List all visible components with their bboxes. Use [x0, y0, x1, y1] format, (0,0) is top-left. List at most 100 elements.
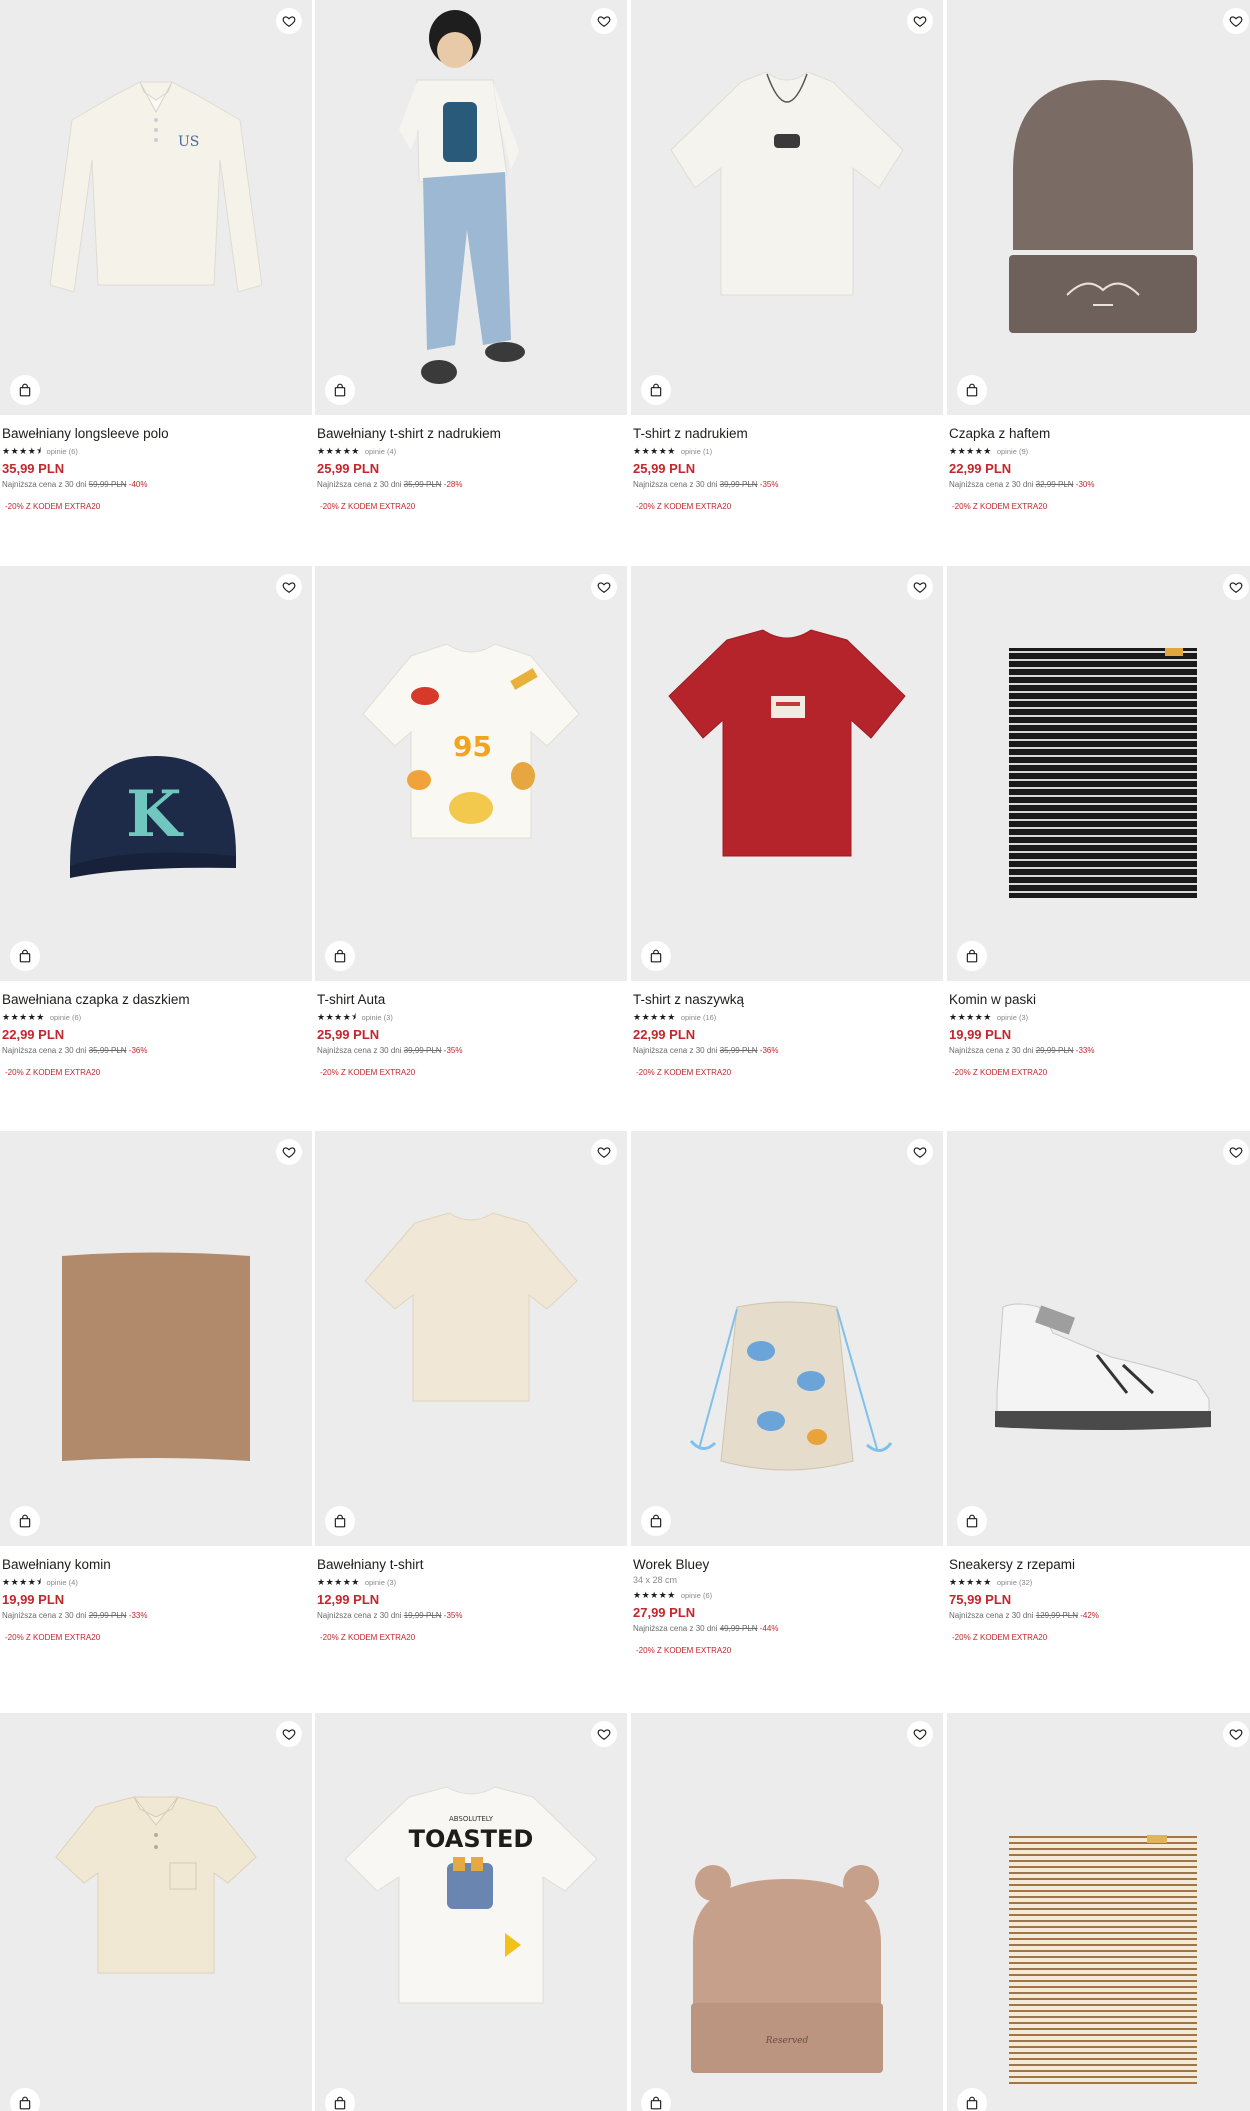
product-name[interactable]: Bawełniany t-shirt z nadrukiem — [317, 425, 623, 442]
product-image[interactable] — [947, 1131, 1250, 1546]
add-to-cart-bag-icon[interactable] — [10, 1506, 40, 1536]
product-name[interactable]: Sneakersy z rzepami — [949, 1556, 1250, 1573]
lowest-price-info: Najniższa cena z 30 dni 29,99 PLN -33% — [2, 1611, 148, 1620]
star-rating-icon: ★★★★★ — [2, 1012, 45, 1022]
polo-shirt-icon — [55, 1796, 257, 1974]
product-rating: ★★★★★ opinie (32) — [949, 1576, 1250, 1589]
product-name[interactable]: Bawełniana czapka z daszkiem — [2, 991, 308, 1008]
product-price: 75,99 PLN — [949, 1592, 1012, 1607]
lowest-price-info: Najniższa cena z 30 dni 29,99 PLN -33% — [949, 1046, 1095, 1055]
product-image[interactable]: US — [0, 0, 312, 415]
review-count[interactable]: opinie (9) — [997, 447, 1028, 456]
add-to-cart-bag-icon[interactable] — [957, 941, 987, 971]
drawstring-bag-icon — [689, 1301, 893, 1471]
wishlist-heart-icon[interactable] — [907, 574, 933, 600]
product-name[interactable]: T-shirt Auta — [317, 991, 623, 1008]
add-to-cart-bag-icon[interactable] — [325, 375, 355, 405]
product-image[interactable] — [0, 1713, 312, 2111]
lowest-price-info: Najniższa cena z 30 dni 59,99 PLN -40% — [2, 480, 148, 489]
product-image[interactable] — [947, 566, 1250, 981]
wishlist-heart-icon[interactable] — [1223, 574, 1249, 600]
promo-code-text: -20% Z KODEM EXTRA20 — [5, 1633, 101, 1642]
label-text: Reserved — [765, 2036, 809, 2046]
review-count[interactable]: opinie (1) — [681, 447, 712, 456]
product-name[interactable]: Bawełniany longsleeve polo — [2, 425, 308, 442]
product-name[interactable]: Worek Bluey — [633, 1556, 939, 1573]
lowest-price-info: Najniższa cena z 30 dni 19,99 PLN -35% — [317, 1611, 463, 1620]
review-count[interactable]: opinie (3) — [997, 1013, 1028, 1022]
add-to-cart-bag-icon[interactable] — [641, 2088, 671, 2111]
review-count[interactable]: opinie (16) — [681, 1013, 716, 1022]
tshirt-cars-icon: 95 — [362, 643, 580, 839]
wishlist-heart-icon[interactable] — [907, 8, 933, 34]
product-image[interactable]: Reserved — [631, 1713, 943, 2111]
sneaker-icon — [995, 1303, 1211, 1430]
wishlist-heart-icon[interactable] — [591, 1721, 617, 1747]
add-to-cart-bag-icon[interactable] — [957, 375, 987, 405]
product-name[interactable]: T-shirt z naszywką — [633, 991, 939, 1008]
add-to-cart-bag-icon[interactable] — [325, 941, 355, 971]
add-to-cart-bag-icon[interactable] — [957, 1506, 987, 1536]
product-rating: ★★★★⯨ opinie (6) — [2, 445, 308, 458]
add-to-cart-bag-icon[interactable] — [641, 1506, 671, 1536]
add-to-cart-bag-icon[interactable] — [641, 375, 671, 405]
wishlist-heart-icon[interactable] — [907, 1721, 933, 1747]
product-image[interactable] — [947, 1713, 1250, 2111]
product-price: 27,99 PLN — [633, 1605, 696, 1620]
wishlist-heart-icon[interactable] — [591, 574, 617, 600]
product-name[interactable]: Komin w paski — [949, 991, 1250, 1008]
review-count[interactable]: opinie (6) — [681, 1591, 712, 1600]
product-name[interactable]: Czapka z haftem — [949, 425, 1250, 442]
add-to-cart-bag-icon[interactable] — [325, 1506, 355, 1536]
wishlist-heart-icon[interactable] — [1223, 1139, 1249, 1165]
star-rating-icon: ★★★★⯨ — [2, 1577, 42, 1587]
wishlist-heart-icon[interactable] — [1223, 8, 1249, 34]
product-image[interactable] — [631, 1131, 943, 1546]
product-image[interactable] — [0, 1131, 312, 1546]
product-image[interactable] — [631, 566, 943, 981]
product-image[interactable] — [315, 0, 627, 415]
review-count[interactable]: opinie (3) — [362, 1013, 393, 1022]
baseball-cap-icon: K — [70, 756, 236, 878]
add-to-cart-bag-icon[interactable] — [641, 941, 671, 971]
add-to-cart-bag-icon[interactable] — [10, 375, 40, 405]
product-image[interactable]: K — [0, 566, 312, 981]
product-rating: ★★★★⯨ opinie (4) — [2, 1576, 308, 1589]
wishlist-heart-icon[interactable] — [1223, 1721, 1249, 1747]
lowest-price-info: Najniższa cena z 30 dni 35,99 PLN -36% — [2, 1046, 148, 1055]
wishlist-heart-icon[interactable] — [591, 1139, 617, 1165]
product-price: 35,99 PLN — [2, 461, 65, 476]
add-to-cart-bag-icon[interactable] — [10, 941, 40, 971]
product-image[interactable]: ABSOLUTELY TOASTED — [315, 1713, 627, 2111]
review-count[interactable]: opinie (4) — [47, 1578, 78, 1587]
wishlist-heart-icon[interactable] — [591, 8, 617, 34]
add-to-cart-bag-icon[interactable] — [957, 2088, 987, 2111]
review-count[interactable]: opinie (3) — [365, 1578, 396, 1587]
product-rating: ★★★★★ opinie (1) — [633, 445, 939, 458]
review-count[interactable]: opinie (4) — [365, 447, 396, 456]
product-rating: ★★★★★ opinie (16) — [633, 1011, 939, 1024]
print-big-text: TOASTED — [409, 1825, 534, 1853]
product-image[interactable]: 95 — [315, 566, 627, 981]
product-image[interactable] — [947, 0, 1250, 415]
product-image[interactable] — [315, 1131, 627, 1546]
tshirt-toasted-icon: ABSOLUTELY TOASTED — [344, 1786, 598, 2004]
promo-code-text: -20% Z KODEM EXTRA20 — [952, 1068, 1048, 1077]
product-image[interactable] — [631, 0, 943, 415]
review-count[interactable]: opinie (6) — [47, 447, 78, 456]
product-name[interactable]: T-shirt z nadrukiem — [633, 425, 939, 442]
promo-code-text: -20% Z KODEM EXTRA20 — [320, 502, 416, 511]
product-name[interactable]: Bawełniany komin — [2, 1556, 308, 1573]
wishlist-heart-icon[interactable] — [276, 1721, 302, 1747]
add-to-cart-bag-icon[interactable] — [325, 2088, 355, 2111]
add-to-cart-bag-icon[interactable] — [10, 2088, 40, 2111]
review-count[interactable]: opinie (6) — [50, 1013, 81, 1022]
tshirt-red-icon — [668, 629, 906, 857]
wishlist-heart-icon[interactable] — [907, 1139, 933, 1165]
wishlist-heart-icon[interactable] — [276, 574, 302, 600]
wishlist-heart-icon[interactable] — [276, 8, 302, 34]
wishlist-heart-icon[interactable] — [276, 1139, 302, 1165]
product-price: 22,99 PLN — [949, 461, 1012, 476]
review-count[interactable]: opinie (32) — [997, 1578, 1032, 1587]
product-name[interactable]: Bawełniany t-shirt — [317, 1556, 623, 1573]
